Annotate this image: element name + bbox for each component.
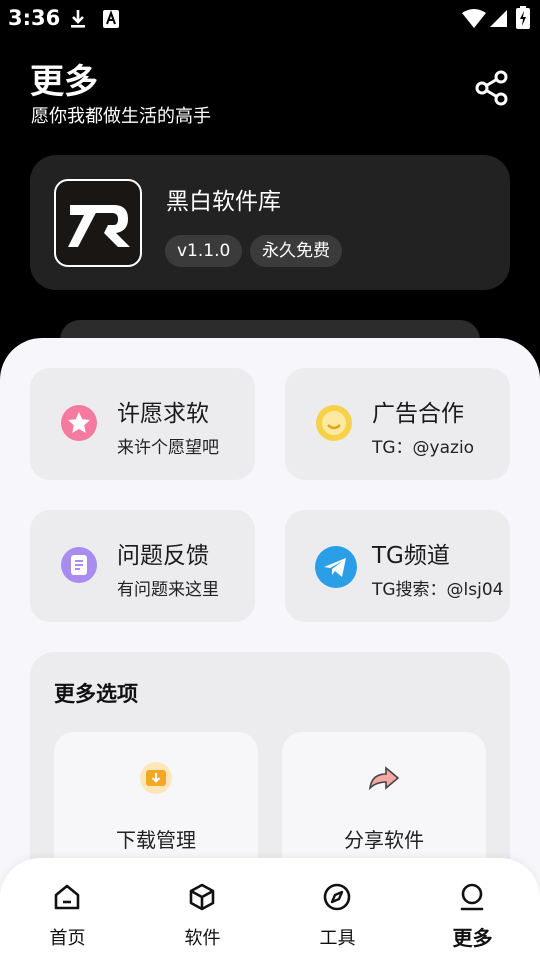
feedback-tile[interactable]: 问题反馈 有问题来这里 — [30, 510, 255, 622]
tile-title: 广告合作 — [372, 401, 464, 427]
profile-icon — [460, 883, 484, 911]
tab-label: 工具 — [319, 928, 356, 949]
download-icon — [71, 10, 85, 28]
tile-subtitle: 来许个愿望吧 — [117, 438, 219, 458]
app-name: 黑白软件库 — [166, 189, 281, 215]
status-bar: 3:36 — [0, 0, 540, 36]
bottom-tab-bar: 首页 软件 工具 更多 — [0, 858, 540, 960]
tab-software[interactable]: 软件 — [135, 858, 270, 960]
option-label: 分享软件 — [344, 828, 424, 852]
section-title: 更多选项 — [54, 682, 138, 706]
tab-more[interactable]: 更多 — [405, 858, 540, 960]
home-icon — [54, 884, 80, 910]
tab-label: 软件 — [184, 928, 221, 949]
page-subtitle: 愿你我都做生活的高手 — [31, 106, 211, 127]
tab-label: 首页 — [49, 928, 86, 949]
app-logo — [54, 179, 142, 267]
feedback-icon — [61, 547, 97, 583]
signal-icon — [490, 10, 507, 27]
cube-icon — [189, 883, 215, 911]
tile-title: 许愿求软 — [117, 401, 209, 427]
tile-subtitle: TG搜索：@lsj04 — [372, 580, 504, 600]
share-icon[interactable] — [472, 68, 512, 108]
tile-subtitle: 有问题来这里 — [117, 580, 219, 600]
wifi-icon — [462, 9, 486, 28]
logo-mark-icon — [68, 205, 130, 247]
telegram-icon — [315, 546, 357, 588]
tile-title: TG频道 — [372, 543, 450, 569]
share-arrow-icon — [368, 766, 400, 791]
smile-icon — [316, 405, 352, 441]
version-badge: v1.1.0 — [165, 235, 243, 267]
tab-tools[interactable]: 工具 — [270, 858, 405, 960]
page-title: 更多 — [30, 62, 98, 102]
app-info-card: 黑白软件库 v1.1.0 永久免费 — [30, 155, 510, 290]
wish-tile[interactable]: 许愿求软 来许个愿望吧 — [30, 368, 255, 480]
status-time: 3:36 — [8, 6, 61, 30]
tile-subtitle: TG：@yazio — [372, 438, 475, 458]
free-badge: 永久免费 — [250, 235, 342, 267]
download-folder-icon — [140, 762, 172, 794]
font-icon — [103, 10, 119, 28]
star-icon — [61, 405, 97, 441]
ad-coop-tile[interactable]: 广告合作 TG：@yazio — [285, 368, 510, 480]
tab-label: 更多 — [452, 926, 493, 950]
battery-icon — [516, 6, 530, 29]
tg-channel-tile[interactable]: TG频道 TG搜索：@lsj04 — [285, 510, 510, 622]
tab-home[interactable]: 首页 — [0, 858, 135, 960]
compass-icon — [323, 883, 351, 911]
tile-title: 问题反馈 — [117, 543, 209, 569]
option-label: 下载管理 — [116, 828, 196, 852]
